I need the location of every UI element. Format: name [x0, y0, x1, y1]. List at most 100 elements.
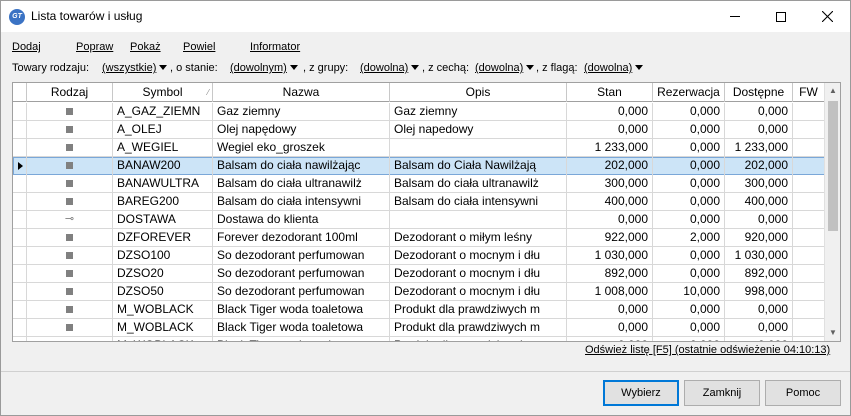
cell-nazwa: So dezodorant perfumowan — [213, 265, 390, 283]
header-fw[interactable]: FW — [793, 83, 825, 102]
minimize-icon — [730, 16, 740, 17]
cell-fw — [793, 301, 825, 319]
vertical-scrollbar[interactable]: ▲ ▼ — [824, 83, 840, 341]
header-dostepne[interactable]: Dostępne — [725, 83, 793, 102]
cell-nazwa: Gaz ziemny — [213, 103, 390, 121]
title-bar: GT Lista towarów i usług — [1, 1, 850, 32]
table-row[interactable]: DZSO100 So dezodorant perfumowan Dezodoran… — [13, 247, 825, 265]
cell-symbol: BANAWULTRA — [113, 175, 213, 193]
window-title: Lista towarów i usług — [31, 9, 143, 23]
row-indicator — [13, 337, 27, 341]
table-row[interactable]: BANAW200 Balsam do ciała nawilżając Balsam… — [13, 157, 825, 175]
cell-symbol: DZSO100 — [113, 247, 213, 265]
product-icon — [66, 252, 73, 260]
app-icon: GT — [9, 9, 25, 25]
header-opis[interactable]: Opis — [390, 83, 567, 102]
cell-stan: 0,000 — [567, 211, 653, 229]
product-icon — [66, 108, 73, 116]
cell-symbol: BAREG200 — [113, 193, 213, 211]
product-icon — [66, 126, 73, 134]
menu-informator[interactable]: Informator — [250, 41, 300, 53]
table-row[interactable]: DZFOREVER Forever dezodorant 100ml Dezodor… — [13, 229, 825, 247]
cell-symbol: DZSO20 — [113, 265, 213, 283]
service-icon: ⊸ — [64, 213, 75, 226]
products-grid[interactable]: Rodzaj Symbol ⁄ Nazwa Opis Stan Rezerwacj… — [12, 82, 841, 342]
cell-nazwa: So dezodorant perfumowan — [213, 283, 390, 301]
cell-stan: 1 233,000 — [567, 139, 653, 157]
select-button[interactable]: Wybierz — [603, 380, 679, 406]
table-row[interactable]: A_OLEJ Olej napędowy Olej napedowy 0,000 0,0… — [13, 121, 825, 139]
menu-edit[interactable]: Popraw — [76, 41, 113, 53]
table-row[interactable]: M_WOBLACKBlack Tiger woda toaletowaProdu… — [13, 337, 825, 341]
header-rezerwacja[interactable]: Rezerwacja — [653, 83, 725, 102]
cell-rodzaj — [27, 103, 113, 121]
cell-symbol: BANAW200 — [113, 157, 213, 175]
scroll-up-icon[interactable]: ▲ — [825, 83, 840, 99]
close-button[interactable]: Zamknij — [684, 380, 760, 406]
state-filter-label: , o stanie: — [170, 62, 218, 74]
cell-dostepne: 1 233,000 — [725, 139, 793, 157]
header-nazwa[interactable]: Nazwa — [213, 83, 390, 102]
menu-add[interactable]: Dodaj — [12, 41, 41, 53]
table-row[interactable]: A_GAZ_ZIEMN Gaz ziemny Gaz ziemny 0,000 0,00… — [13, 103, 825, 121]
cell-rodzaj — [27, 283, 113, 301]
product-icon — [66, 270, 73, 278]
cell-stan: 0,000 — [567, 121, 653, 139]
cell-symbol: A_WEGIEL — [113, 139, 213, 157]
scroll-down-icon[interactable]: ▼ — [825, 325, 840, 341]
table-row[interactable]: M_WOBLACKBlack Tiger woda toaletowaProdu… — [13, 301, 825, 319]
flag-filter-dropdown[interactable]: (dowolna) — [584, 62, 644, 74]
row-indicator — [13, 175, 27, 193]
feature-filter-dropdown[interactable]: (dowolna) — [475, 62, 535, 74]
state-filter-value: (dowolnym) — [230, 62, 287, 74]
cell-fw — [793, 121, 825, 139]
cell-symbol: A_GAZ_ZIEMN — [113, 103, 213, 121]
state-filter-dropdown[interactable]: (dowolnym) — [230, 62, 298, 74]
cell-fw — [793, 265, 825, 283]
header-symbol[interactable]: Symbol ⁄ — [113, 83, 213, 102]
cell-rezerwacja: 0,000 — [653, 103, 725, 121]
table-row[interactable]: DZSO50 So dezodorant perfumowan Dezodorant… — [13, 283, 825, 301]
cell-opis: Balsam do Ciała Nawilżają — [390, 157, 567, 175]
cell-symbol: M_WOBLACK — [113, 319, 213, 337]
action-menu: Dodaj Popraw Pokaż Powiel Informator — [1, 39, 850, 55]
table-row[interactable]: DZSO20 So dezodorant perfumowan Dezodorant… — [13, 265, 825, 283]
type-filter-dropdown[interactable]: (wszystkie) — [102, 62, 168, 74]
feature-filter-value: (dowolna) — [475, 62, 524, 74]
maximize-button[interactable] — [758, 1, 804, 32]
row-indicator — [13, 319, 27, 337]
cell-rodzaj — [27, 319, 113, 337]
cell-opis: Olej napedowy — [390, 121, 567, 139]
close-window-button[interactable] — [804, 1, 850, 32]
cell-opis — [390, 139, 567, 157]
cell-fw — [793, 337, 825, 341]
help-button[interactable]: Pomoc — [765, 380, 841, 406]
cell-opis: Balsam do ciała intensywni — [390, 193, 567, 211]
cell-rezerwacja: 0,000 — [653, 301, 725, 319]
table-row[interactable]: ⊸ DOSTAWA Dostawa do klienta 0,000 0,000 0,00… — [13, 211, 825, 229]
cell-rezerwacja: 0,000 — [653, 211, 725, 229]
header-rodzaj[interactable]: Rodzaj — [27, 83, 113, 102]
table-row[interactable]: A_WEGIEL Wegiel eko_groszek 1 233,000 0,000… — [13, 139, 825, 157]
refresh-link[interactable]: Odśwież listę [F5] (ostatnie odświeżenie… — [585, 344, 830, 356]
product-icon — [66, 234, 73, 242]
table-row[interactable]: BAREG200 Balsam do ciała intensywni Balsam… — [13, 193, 825, 211]
cell-opis: Produkt dla prawdziwych m — [390, 319, 567, 337]
header-stan[interactable]: Stan — [567, 83, 653, 102]
cell-opis: Gaz ziemny — [390, 103, 567, 121]
minimize-button[interactable] — [712, 1, 758, 32]
menu-duplicate[interactable]: Powiel — [183, 41, 215, 53]
cell-fw — [793, 229, 825, 247]
cell-fw — [793, 103, 825, 121]
group-filter-dropdown[interactable]: (dowolna) — [360, 62, 420, 74]
table-row[interactable]: M_WOBLACKBlack Tiger woda toaletowaProdu… — [13, 319, 825, 337]
menu-show[interactable]: Pokaż — [130, 41, 161, 53]
cell-symbol: DZSO50 — [113, 283, 213, 301]
dropdown-arrow-icon — [289, 65, 298, 70]
table-row[interactable]: BANAWULTRA Balsam do ciała ultranawilż Bal… — [13, 175, 825, 193]
cell-dostepne: 300,000 — [725, 175, 793, 193]
cell-symbol: A_OLEJ — [113, 121, 213, 139]
cell-opis: Dezodorant o miłym leśny — [390, 229, 567, 247]
cell-symbol: M_WOBLACK — [113, 301, 213, 319]
scroll-thumb[interactable] — [828, 101, 838, 231]
